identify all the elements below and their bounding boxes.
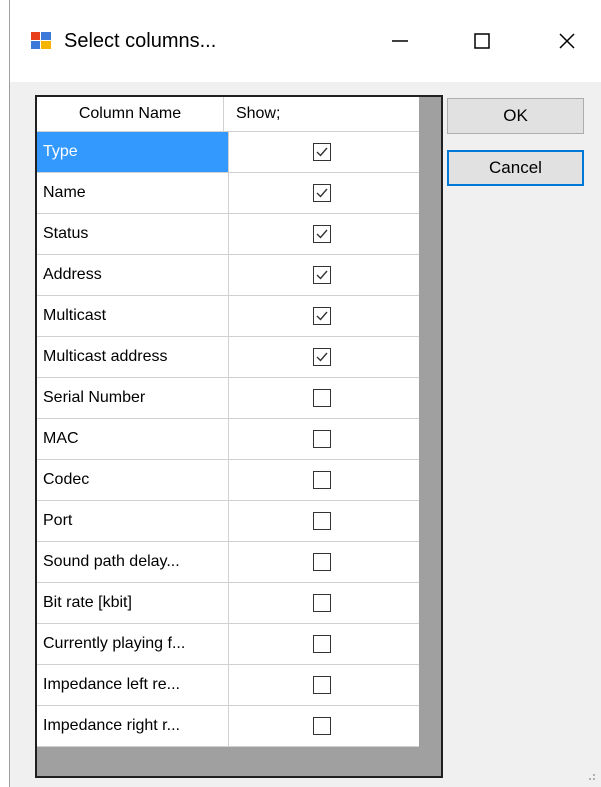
table-row[interactable]: Sound path delay... <box>37 542 419 583</box>
show-checkbox[interactable] <box>313 184 331 202</box>
show-cell <box>229 378 419 418</box>
show-cell <box>229 624 419 664</box>
checkmark-icon <box>316 229 328 239</box>
app-icon <box>30 30 52 50</box>
show-checkbox[interactable] <box>313 676 331 694</box>
column-name-cell[interactable]: Name <box>37 173 229 213</box>
grid-header: Column Name Show; <box>37 97 419 132</box>
title-bar[interactable]: Select columns... <box>10 0 601 82</box>
show-checkbox[interactable] <box>313 430 331 448</box>
table-row[interactable]: Status <box>37 214 419 255</box>
dialog-window: Select columns... Column Name Show; Type… <box>9 0 601 787</box>
close-button[interactable] <box>542 22 592 60</box>
columns-grid[interactable]: Column Name Show; Type Name Status Address M… <box>35 95 443 778</box>
column-name-cell[interactable]: Type <box>37 132 229 172</box>
column-name-cell[interactable]: Multicast address <box>37 337 229 377</box>
show-checkbox[interactable] <box>313 348 331 366</box>
show-cell <box>229 706 419 746</box>
column-name-cell[interactable]: Codec <box>37 460 229 500</box>
show-cell <box>229 665 419 705</box>
table-row[interactable]: Serial Number <box>37 378 419 419</box>
table-row[interactable]: Codec <box>37 460 419 501</box>
show-checkbox[interactable] <box>313 594 331 612</box>
table-row[interactable]: Currently playing f... <box>37 624 419 665</box>
show-cell <box>229 337 419 377</box>
show-cell <box>229 542 419 582</box>
column-name-cell[interactable]: Multicast <box>37 296 229 336</box>
show-cell <box>229 419 419 459</box>
show-checkbox[interactable] <box>313 143 331 161</box>
resize-grip-icon[interactable] <box>586 771 596 781</box>
maximize-icon <box>474 33 490 49</box>
show-cell <box>229 501 419 541</box>
column-name-cell[interactable]: Status <box>37 214 229 254</box>
maximize-button[interactable] <box>457 22 507 60</box>
show-cell <box>229 214 419 254</box>
column-name-cell[interactable]: MAC <box>37 419 229 459</box>
show-checkbox[interactable] <box>313 389 331 407</box>
table-row[interactable]: Impedance left re... <box>37 665 419 706</box>
show-cell <box>229 255 419 295</box>
table-row[interactable]: Address <box>37 255 419 296</box>
cancel-button[interactable]: Cancel <box>447 150 584 186</box>
show-cell <box>229 583 419 623</box>
column-name-cell[interactable]: Currently playing f... <box>37 624 229 664</box>
column-name-cell[interactable]: Impedance left re... <box>37 665 229 705</box>
minimize-button[interactable] <box>375 22 425 60</box>
show-checkbox[interactable] <box>313 225 331 243</box>
table-row[interactable]: Impedance right r... <box>37 706 419 747</box>
header-column-name[interactable]: Column Name <box>37 97 224 131</box>
table-row[interactable]: Type <box>37 132 419 173</box>
checkmark-icon <box>316 147 328 157</box>
checkmark-icon <box>316 311 328 321</box>
show-cell <box>229 296 419 336</box>
ok-button[interactable]: OK <box>447 98 584 134</box>
show-checkbox[interactable] <box>313 635 331 653</box>
show-checkbox[interactable] <box>313 471 331 489</box>
column-name-cell[interactable]: Serial Number <box>37 378 229 418</box>
column-name-cell[interactable]: Sound path delay... <box>37 542 229 582</box>
show-checkbox[interactable] <box>313 553 331 571</box>
show-cell <box>229 132 419 172</box>
show-cell <box>229 173 419 213</box>
column-name-cell[interactable]: Impedance right r... <box>37 706 229 746</box>
close-icon <box>559 33 575 49</box>
minimize-icon <box>392 40 408 42</box>
window-title: Select columns... <box>64 30 217 52</box>
table-row[interactable]: Port <box>37 501 419 542</box>
show-checkbox[interactable] <box>313 266 331 284</box>
show-cell <box>229 460 419 500</box>
show-checkbox[interactable] <box>313 307 331 325</box>
column-name-cell[interactable]: Address <box>37 255 229 295</box>
checkmark-icon <box>316 270 328 280</box>
column-name-cell[interactable]: Port <box>37 501 229 541</box>
column-name-cell[interactable]: Bit rate [kbit] <box>37 583 229 623</box>
table-row[interactable]: Multicast address <box>37 337 419 378</box>
checkmark-icon <box>316 352 328 362</box>
show-checkbox[interactable] <box>313 717 331 735</box>
checkmark-icon <box>316 188 328 198</box>
header-show[interactable]: Show; <box>224 97 419 131</box>
table-row[interactable]: Multicast <box>37 296 419 337</box>
show-checkbox[interactable] <box>313 512 331 530</box>
table-row[interactable]: Name <box>37 173 419 214</box>
table-row[interactable]: Bit rate [kbit] <box>37 583 419 624</box>
grid-body: Column Name Show; Type Name Status Address M… <box>37 97 419 747</box>
table-row[interactable]: MAC <box>37 419 419 460</box>
